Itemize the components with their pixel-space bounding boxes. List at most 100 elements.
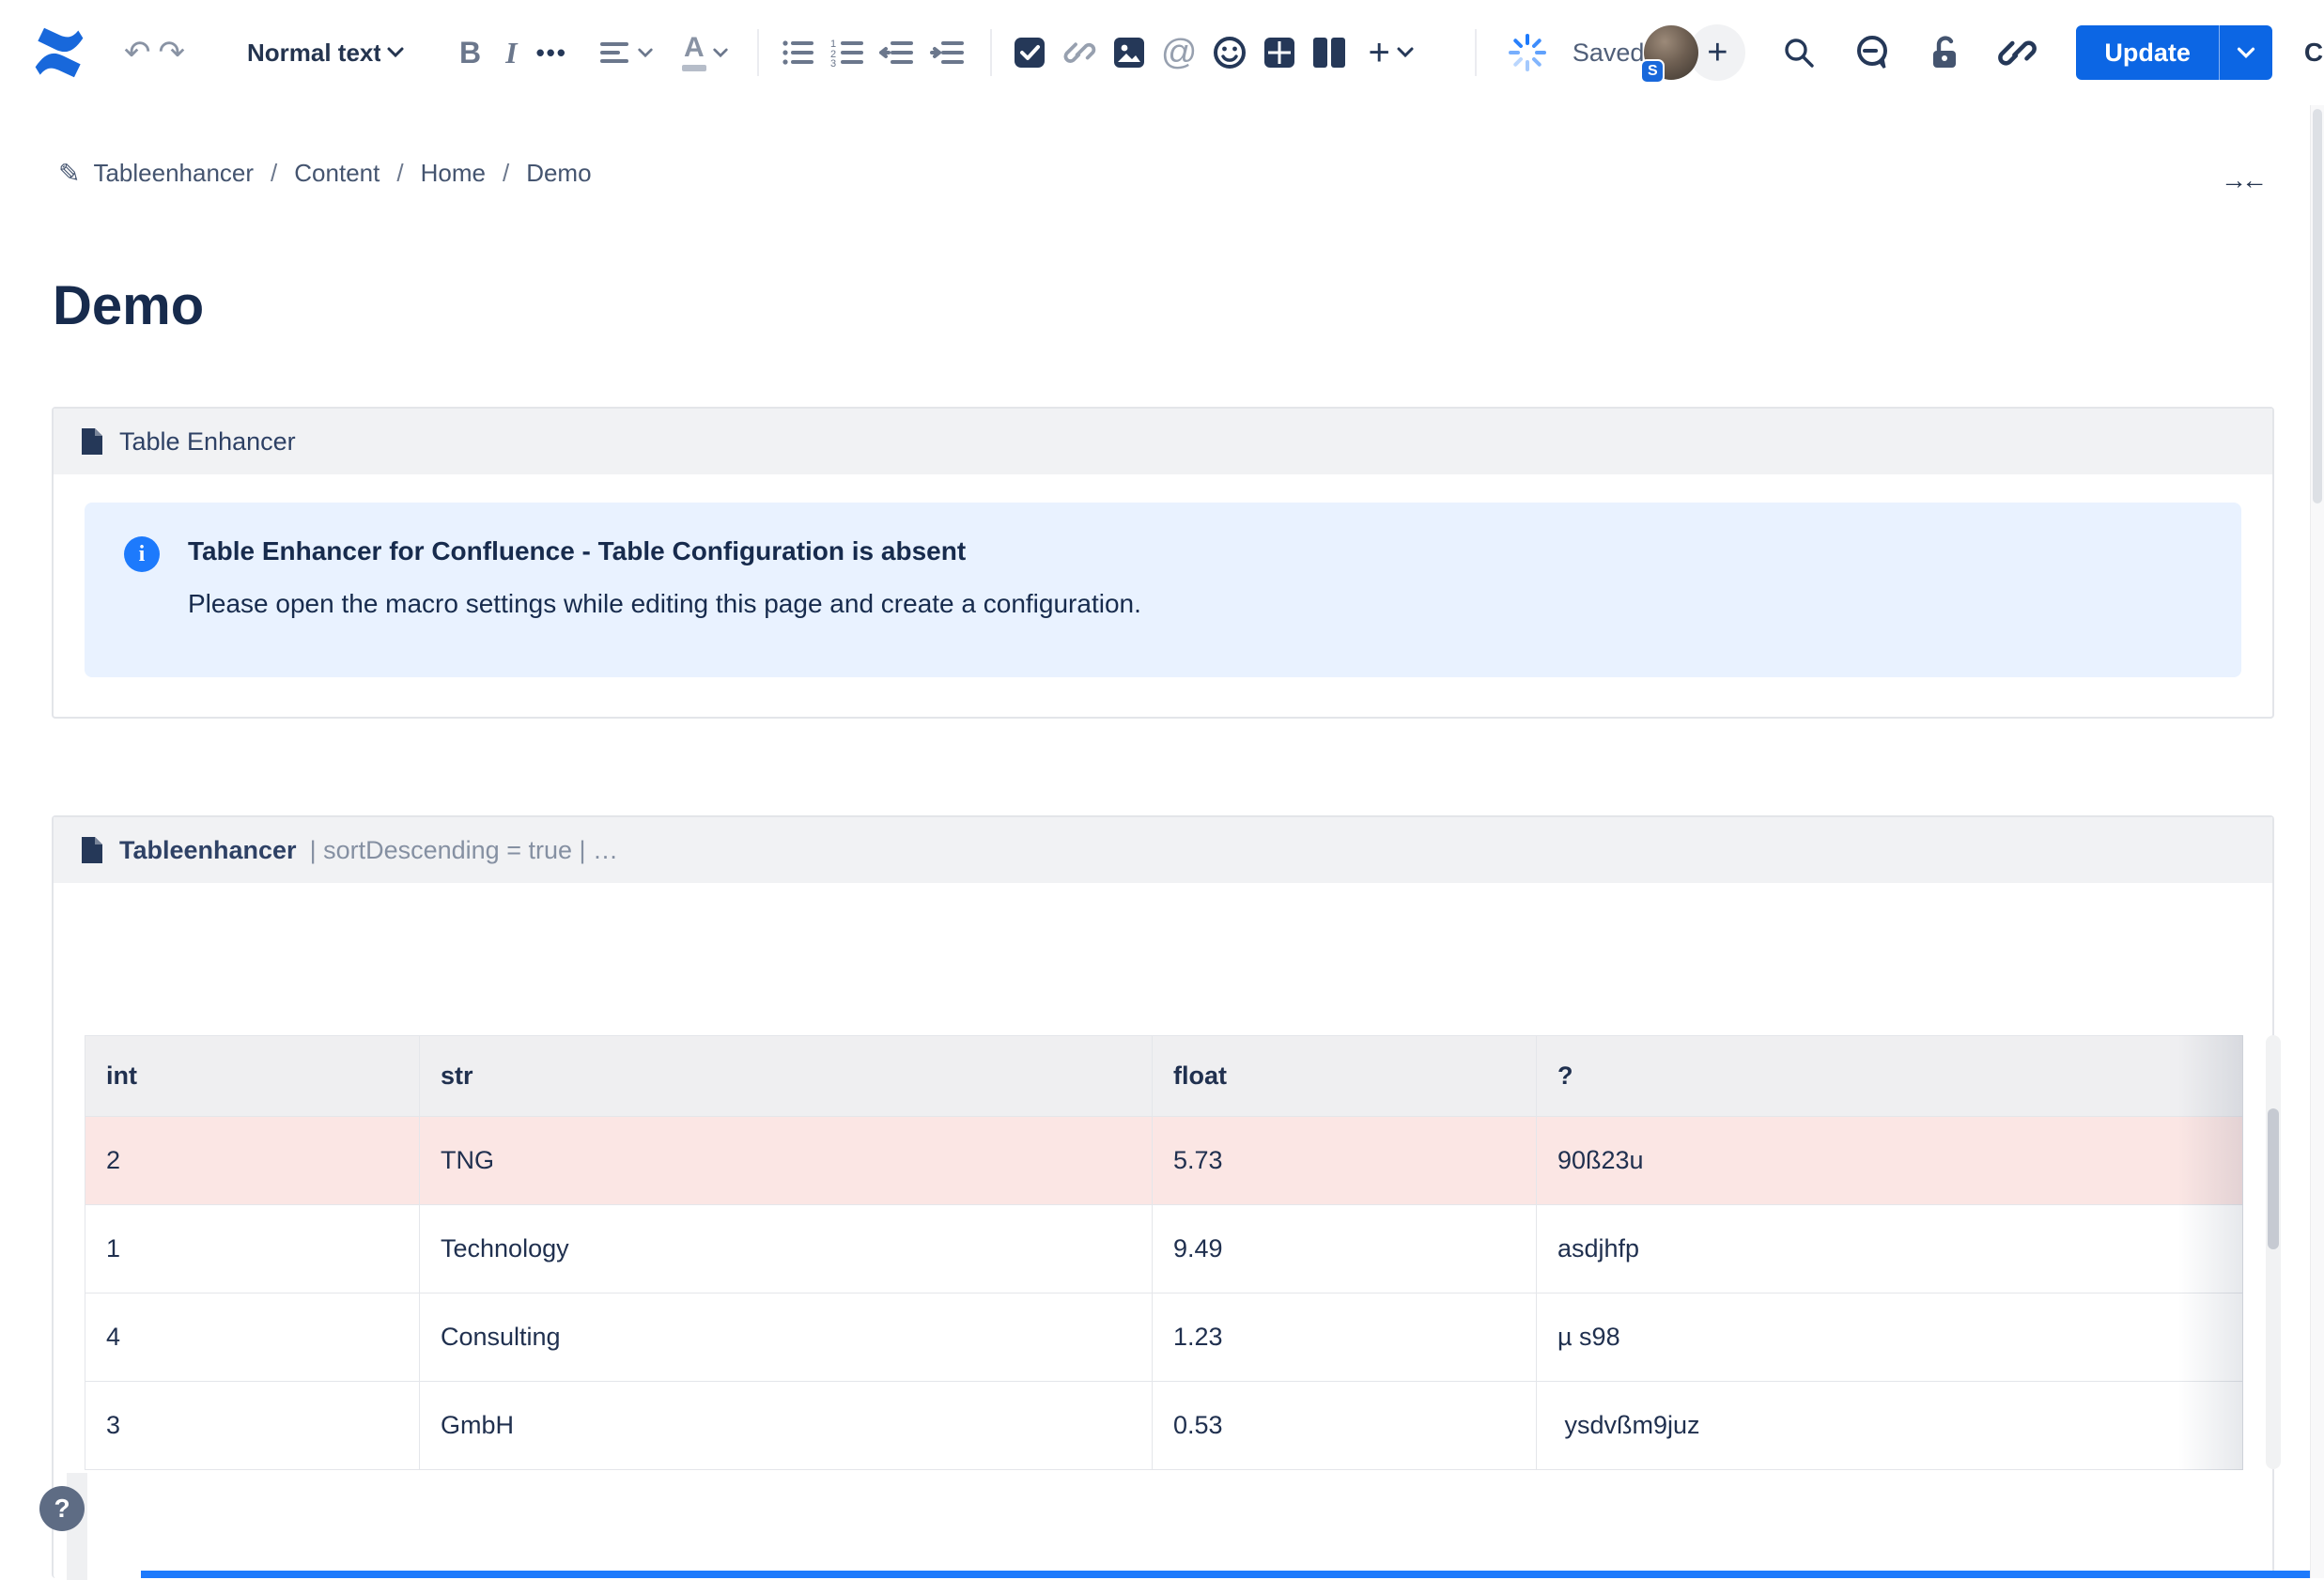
insert-image-icon[interactable] [1112, 36, 1146, 70]
macro-tableenhancer[interactable]: Tableenhancer | sortDescending = true | … [52, 815, 2274, 1578]
document-icon [80, 835, 104, 865]
table-cell[interactable]: Technology [420, 1205, 1153, 1293]
emoji-icon[interactable] [1212, 35, 1247, 70]
save-status: Saved [1573, 39, 1645, 68]
avatar[interactable]: S [1644, 25, 1698, 80]
breadcrumb-item-demo[interactable]: Demo [526, 159, 591, 188]
table-cell[interactable]: GmbH [420, 1382, 1153, 1470]
info-panel: i Table Enhancer for Confluence - Table … [85, 503, 2241, 677]
copy-link-icon[interactable] [1997, 33, 2037, 72]
more-formatting-button[interactable]: ••• [536, 39, 567, 68]
macro-body: i Table Enhancer for Confluence - Table … [54, 503, 2272, 677]
text-color-button[interactable]: A [682, 34, 706, 71]
macro-header[interactable]: Table Enhancer [54, 409, 2272, 474]
chevron-down-icon [386, 46, 405, 59]
breadcrumb-separator: / [503, 159, 509, 188]
task-checkbox-icon[interactable] [1013, 36, 1046, 70]
table-cell[interactable]: 9.49 [1153, 1205, 1537, 1293]
macro-name: Tableenhancer [119, 836, 297, 865]
unlock-icon[interactable] [1928, 34, 1961, 71]
insert-plus-button[interactable]: + [1368, 32, 1389, 74]
table-cell[interactable]: µ s98 [1537, 1293, 2243, 1382]
search-icon[interactable] [1781, 35, 1817, 70]
table-vertical-scrollbar[interactable] [2266, 1035, 2281, 1469]
saving-spinner-icon [1507, 32, 1548, 73]
text-style-dropdown[interactable]: Normal text [247, 39, 405, 68]
bold-button[interactable]: B [459, 36, 481, 70]
table-row[interactable]: 4Consulting1.23µ s98 [85, 1293, 2243, 1382]
table-cell[interactable]: 1.23 [1153, 1293, 1537, 1382]
macro-params: | sortDescending = true | … [310, 836, 618, 865]
toolbar-divider [990, 29, 992, 76]
update-button[interactable]: Update [2076, 25, 2272, 80]
document-icon [80, 426, 104, 457]
update-button-label[interactable]: Update [2076, 25, 2219, 80]
update-options-chevron[interactable] [2219, 25, 2272, 80]
text-style-label: Normal text [247, 39, 380, 68]
table-row[interactable]: 2TNG5.7390ß23u [85, 1117, 2243, 1205]
chevron-down-icon[interactable] [1396, 46, 1415, 59]
table-cell[interactable]: 3 [85, 1382, 420, 1470]
comment-icon[interactable] [1852, 34, 1892, 71]
bottom-selection-bar [141, 1571, 2324, 1578]
macro-header[interactable]: Tableenhancer | sortDescending = true | … [54, 817, 2272, 883]
column-header[interactable]: str [420, 1036, 1153, 1117]
undo-icon[interactable]: ↶ [124, 37, 151, 69]
collapse-width-icon[interactable]: →← [2221, 165, 2262, 195]
table-header-row: intstrfloat? [85, 1036, 2243, 1117]
page-scrollbar-thumb[interactable] [2313, 109, 2322, 503]
breadcrumb-item-space[interactable]: Tableenhancer [93, 159, 254, 188]
table-cell[interactable]: 4 [85, 1293, 420, 1382]
table-row[interactable]: 3GmbH0.53 ysdvßm9juz [85, 1382, 2243, 1470]
table-cell[interactable]: 0.53 [1153, 1382, 1537, 1470]
table-cell[interactable]: 90ß23u [1537, 1117, 2243, 1205]
redo-icon[interactable]: ↷ [159, 37, 186, 69]
breadcrumb-item-home[interactable]: Home [421, 159, 486, 188]
info-title: Table Enhancer for Confluence - Table Co… [188, 536, 1141, 566]
insert-table-icon[interactable] [1263, 36, 1296, 70]
italic-button[interactable]: I [505, 36, 517, 70]
enhancer-table[interactable]: intstrfloat? 2TNG5.7390ß23u1Technology9.… [85, 1035, 2243, 1470]
table-cell[interactable]: 2 [85, 1117, 420, 1205]
indent-icon[interactable] [930, 39, 966, 67]
table-cell[interactable]: Consulting [420, 1293, 1153, 1382]
macro-name: Table Enhancer [119, 427, 296, 457]
table-cell[interactable]: 5.73 [1153, 1117, 1537, 1205]
insert-link-icon[interactable] [1061, 35, 1097, 70]
layout-columns-icon[interactable] [1311, 36, 1347, 70]
table-zone: intstrfloat? 2TNG5.7390ß23u1Technology9.… [85, 1035, 2243, 1470]
page-title[interactable]: Demo [53, 274, 204, 337]
table-cell[interactable]: ysdvßm9juz [1537, 1382, 2243, 1470]
bullet-list-icon[interactable] [782, 39, 815, 67]
page-scrollbar[interactable] [2310, 105, 2324, 1578]
table-row[interactable]: 1Technology9.49asdjhfp [85, 1205, 2243, 1293]
editor-toolbar: ↶ ↷ Normal text B I ••• A 123 [0, 0, 2324, 105]
numbered-list-icon[interactable]: 123 [830, 39, 864, 67]
column-header[interactable]: ? [1537, 1036, 2243, 1117]
breadcrumb-separator: / [271, 159, 277, 188]
column-header[interactable]: float [1153, 1036, 1537, 1117]
chevron-down-icon [637, 47, 654, 59]
help-button[interactable]: ? [39, 1486, 85, 1531]
breadcrumb-separator: / [396, 159, 403, 188]
table-cell[interactable]: asdjhfp [1537, 1205, 2243, 1293]
column-header[interactable]: int [85, 1036, 420, 1117]
scrollbar-thumb[interactable] [2268, 1108, 2279, 1249]
table-cell[interactable]: TNG [420, 1117, 1153, 1205]
table-cell[interactable]: 1 [85, 1205, 420, 1293]
close-button[interactable]: Close [2304, 38, 2324, 68]
table-head: intstrfloat? [85, 1036, 2243, 1117]
outdent-icon[interactable] [879, 39, 915, 67]
toolbar-divider [757, 29, 759, 76]
breadcrumb: ✎ Tableenhancer / Content / Home / Demo [58, 158, 605, 189]
edit-pencil-icon: ✎ [58, 158, 80, 189]
breadcrumb-item-content[interactable]: Content [294, 159, 380, 188]
info-body: Please open the macro settings while edi… [188, 589, 1141, 619]
macro-table-enhancer[interactable]: Table Enhancer i Table Enhancer for Conf… [52, 407, 2274, 719]
toolbar-divider [1475, 29, 1477, 76]
confluence-logo-icon[interactable] [32, 25, 86, 80]
mention-icon[interactable]: @ [1161, 35, 1198, 70]
text-align-button[interactable] [599, 40, 654, 65]
svg-text:3: 3 [830, 58, 836, 67]
chevron-down-icon[interactable] [712, 47, 729, 59]
